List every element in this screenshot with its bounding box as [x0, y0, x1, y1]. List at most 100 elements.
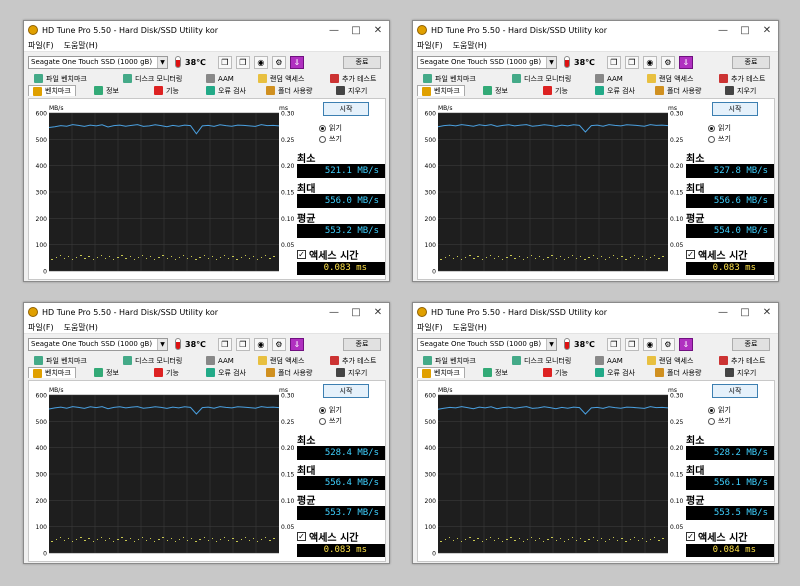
tab-bottom-5[interactable]: 지우기: [336, 367, 367, 378]
menu-file[interactable]: 파일(F): [28, 40, 54, 51]
menu-help[interactable]: 도움말(H): [64, 322, 98, 333]
copy-icon[interactable]: ❐: [606, 55, 621, 69]
tab-top-3[interactable]: 랜덤 액세스: [647, 73, 693, 84]
copy-icon[interactable]: ❐: [217, 55, 232, 69]
exit-button[interactable]: 종료: [732, 55, 770, 69]
access-time-toggle[interactable]: ✓ 액세스 시간: [297, 529, 358, 544]
save-icon[interactable]: ⇓: [289, 337, 304, 351]
start-button[interactable]: 시작: [712, 384, 758, 398]
tab-bottom-3[interactable]: 오류 검사: [595, 85, 635, 96]
tab-bottom-4[interactable]: 폴더 사용량: [266, 85, 312, 96]
tab-bottom-0[interactable]: 벤치마크: [28, 85, 76, 96]
read-radio[interactable]: 읽기: [319, 123, 342, 133]
menu-help[interactable]: 도움말(H): [64, 40, 98, 51]
copy-all-icon[interactable]: ❐: [235, 55, 250, 69]
tab-top-3[interactable]: 랜덤 액세스: [258, 73, 304, 84]
tab-bottom-0[interactable]: 벤치마크: [28, 367, 76, 378]
tab-bottom-0[interactable]: 벤치마크: [417, 367, 465, 378]
tab-top-3[interactable]: 랜덤 액세스: [258, 355, 304, 366]
exit-button[interactable]: 종료: [732, 337, 770, 351]
menu-file[interactable]: 파일(F): [28, 322, 54, 333]
options-icon[interactable]: ⚙: [660, 55, 675, 69]
write-radio[interactable]: 쓰기: [319, 134, 342, 144]
save-icon[interactable]: ⇓: [289, 55, 304, 69]
camera-icon[interactable]: ◉: [642, 337, 657, 351]
tab-bottom-5[interactable]: 지우기: [725, 367, 756, 378]
exit-button[interactable]: 종료: [343, 337, 381, 351]
minimize-icon[interactable]: —: [323, 21, 345, 39]
tab-bottom-2[interactable]: 기능: [543, 367, 568, 378]
tab-top-0[interactable]: 파일 벤치마크: [34, 73, 87, 84]
tab-bottom-2[interactable]: 기능: [543, 85, 568, 96]
tab-bottom-1[interactable]: 정보: [94, 367, 119, 378]
tab-top-1[interactable]: 디스크 모니터링: [123, 355, 182, 366]
start-button[interactable]: 시작: [323, 102, 369, 116]
tab-bottom-3[interactable]: 오류 검사: [206, 85, 246, 96]
tab-bottom-4[interactable]: 폴더 사용량: [655, 367, 701, 378]
copy-all-icon[interactable]: ❐: [235, 337, 250, 351]
tab-top-2[interactable]: AAM: [595, 355, 623, 366]
tab-top-2[interactable]: AAM: [595, 73, 623, 84]
read-radio[interactable]: 읽기: [319, 405, 342, 415]
tab-bottom-3[interactable]: 오류 검사: [206, 367, 246, 378]
close-icon[interactable]: ✕: [367, 303, 389, 321]
camera-icon[interactable]: ◉: [642, 55, 657, 69]
camera-icon[interactable]: ◉: [253, 337, 268, 351]
minimize-icon[interactable]: —: [712, 303, 734, 321]
tab-bottom-4[interactable]: 폴더 사용량: [266, 367, 312, 378]
access-time-toggle[interactable]: ✓ 액세스 시간: [686, 529, 747, 544]
write-radio[interactable]: 쓰기: [708, 134, 731, 144]
camera-icon[interactable]: ◉: [253, 55, 268, 69]
tab-top-4[interactable]: 추가 테스트: [719, 73, 765, 84]
copy-all-icon[interactable]: ❐: [624, 337, 639, 351]
tab-top-1[interactable]: 디스크 모니터링: [512, 73, 571, 84]
write-radio[interactable]: 쓰기: [319, 416, 342, 426]
start-button[interactable]: 시작: [712, 102, 758, 116]
maximize-icon[interactable]: □: [345, 303, 367, 321]
tab-top-0[interactable]: 파일 벤치마크: [34, 355, 87, 366]
tab-top-2[interactable]: AAM: [206, 73, 234, 84]
minimize-icon[interactable]: —: [712, 21, 734, 39]
tab-bottom-5[interactable]: 지우기: [336, 85, 367, 96]
menu-help[interactable]: 도움말(H): [453, 322, 487, 333]
write-radio[interactable]: 쓰기: [708, 416, 731, 426]
maximize-icon[interactable]: □: [345, 21, 367, 39]
tab-top-3[interactable]: 랜덤 액세스: [647, 355, 693, 366]
tab-bottom-2[interactable]: 기능: [154, 367, 179, 378]
tab-top-4[interactable]: 추가 테스트: [719, 355, 765, 366]
save-icon[interactable]: ⇓: [678, 55, 693, 69]
exit-button[interactable]: 종료: [343, 55, 381, 69]
tab-top-0[interactable]: 파일 벤치마크: [423, 73, 476, 84]
access-time-toggle[interactable]: ✓ 액세스 시간: [686, 247, 747, 262]
maximize-icon[interactable]: □: [734, 303, 756, 321]
tab-top-4[interactable]: 추가 테스트: [330, 355, 376, 366]
tab-top-1[interactable]: 디스크 모니터링: [123, 73, 182, 84]
tab-bottom-5[interactable]: 지우기: [725, 85, 756, 96]
tab-top-0[interactable]: 파일 벤치마크: [423, 355, 476, 366]
drive-select[interactable]: Seagate One Touch SSD (1000 gB) ▼: [28, 337, 168, 351]
tab-bottom-1[interactable]: 정보: [94, 85, 119, 96]
tab-bottom-1[interactable]: 정보: [483, 85, 508, 96]
read-radio[interactable]: 읽기: [708, 123, 731, 133]
tab-bottom-4[interactable]: 폴더 사용량: [655, 85, 701, 96]
save-icon[interactable]: ⇓: [678, 337, 693, 351]
options-icon[interactable]: ⚙: [271, 55, 286, 69]
drive-select[interactable]: Seagate One Touch SSD (1000 gB) ▼: [417, 55, 557, 69]
tab-top-2[interactable]: AAM: [206, 355, 234, 366]
tab-bottom-0[interactable]: 벤치마크: [417, 85, 465, 96]
tab-bottom-2[interactable]: 기능: [154, 85, 179, 96]
options-icon[interactable]: ⚙: [660, 337, 675, 351]
minimize-icon[interactable]: —: [323, 303, 345, 321]
tab-bottom-1[interactable]: 정보: [483, 367, 508, 378]
close-icon[interactable]: ✕: [756, 303, 778, 321]
copy-all-icon[interactable]: ❐: [624, 55, 639, 69]
options-icon[interactable]: ⚙: [271, 337, 286, 351]
drive-select[interactable]: Seagate One Touch SSD (1000 gB) ▼: [417, 337, 557, 351]
start-button[interactable]: 시작: [323, 384, 369, 398]
close-icon[interactable]: ✕: [756, 21, 778, 39]
read-radio[interactable]: 읽기: [708, 405, 731, 415]
access-time-toggle[interactable]: ✓ 액세스 시간: [297, 247, 358, 262]
close-icon[interactable]: ✕: [367, 21, 389, 39]
copy-icon[interactable]: ❐: [217, 337, 232, 351]
menu-file[interactable]: 파일(F): [417, 40, 443, 51]
